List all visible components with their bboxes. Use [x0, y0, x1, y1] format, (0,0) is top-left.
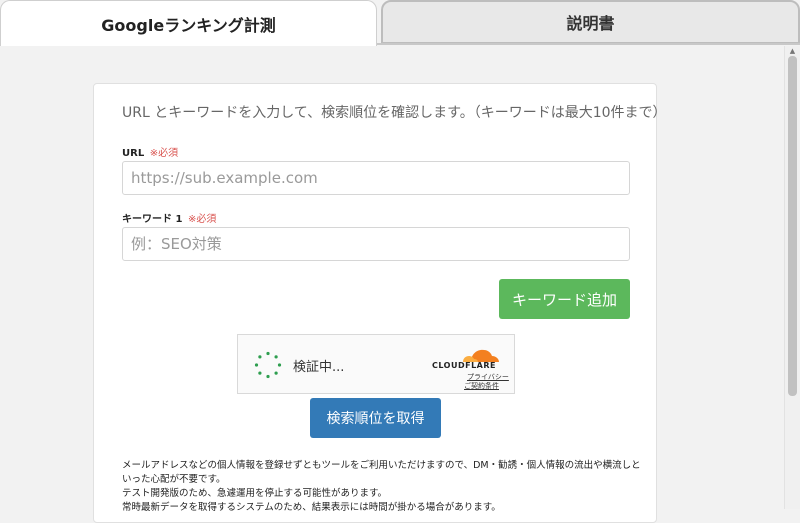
scrollbar-thumb[interactable]: [788, 56, 797, 396]
tab-manual[interactable]: 説明書: [381, 0, 800, 44]
keyword-input[interactable]: [122, 227, 630, 261]
ranking-form-card: URL とキーワードを入力して、検索順位を確認します。（キーワードは最大10件ま…: [93, 83, 667, 523]
keyword-label-text: キーワード 1: [122, 214, 183, 225]
cloudflare-captcha[interactable]: 検証中... CLOUDFLARE プライバシー ご契約条件: [237, 334, 515, 394]
required-mark: ※必須: [149, 148, 179, 159]
cloudflare-brand: CLOUDFLARE: [432, 361, 496, 370]
add-keyword-button[interactable]: キーワード追加: [499, 279, 630, 319]
notes-section: メールアドレスなどの個人情報を登録せずともツールをご利用いただけますので、DM・…: [122, 459, 642, 515]
scrollbar[interactable]: ▲: [784, 46, 800, 509]
note-text: テスト開発版のため、急遽運用を停止する可能性があります。: [122, 488, 388, 499]
note-text: 常時最新データを取得するシステムのため、結果表示には時間が掛かる場合があります。: [122, 502, 501, 513]
url-input[interactable]: [122, 161, 630, 195]
scroll-up-icon[interactable]: ▲: [785, 46, 800, 56]
tab-bar: Googleランキング計測 説明書: [0, 0, 800, 46]
tab-label: 説明書: [566, 14, 615, 33]
terms-link[interactable]: ご契約条件: [464, 381, 499, 391]
keyword-label: キーワード 1 ※必須: [122, 210, 216, 225]
form-intro: URL とキーワードを入力して、検索順位を確認します。（キーワードは最大10件ま…: [122, 105, 667, 121]
spinner-icon: [254, 351, 282, 379]
tab-google-ranking[interactable]: Googleランキング計測: [0, 0, 377, 46]
main-content: URL とキーワードを入力して、検索順位を確認します。（キーワードは最大10件ま…: [0, 46, 784, 523]
url-label: URL ※必須: [122, 144, 178, 159]
note-text: メールアドレスなどの個人情報を登録せずともツールをご利用いただけますので、DM・…: [122, 460, 641, 485]
url-label-text: URL: [122, 148, 145, 159]
captcha-status: 検証中...: [293, 360, 345, 375]
get-ranking-button[interactable]: 検索順位を取得: [310, 398, 441, 438]
required-mark: ※必須: [187, 214, 217, 225]
tab-label: Googleランキング計測: [101, 15, 276, 35]
